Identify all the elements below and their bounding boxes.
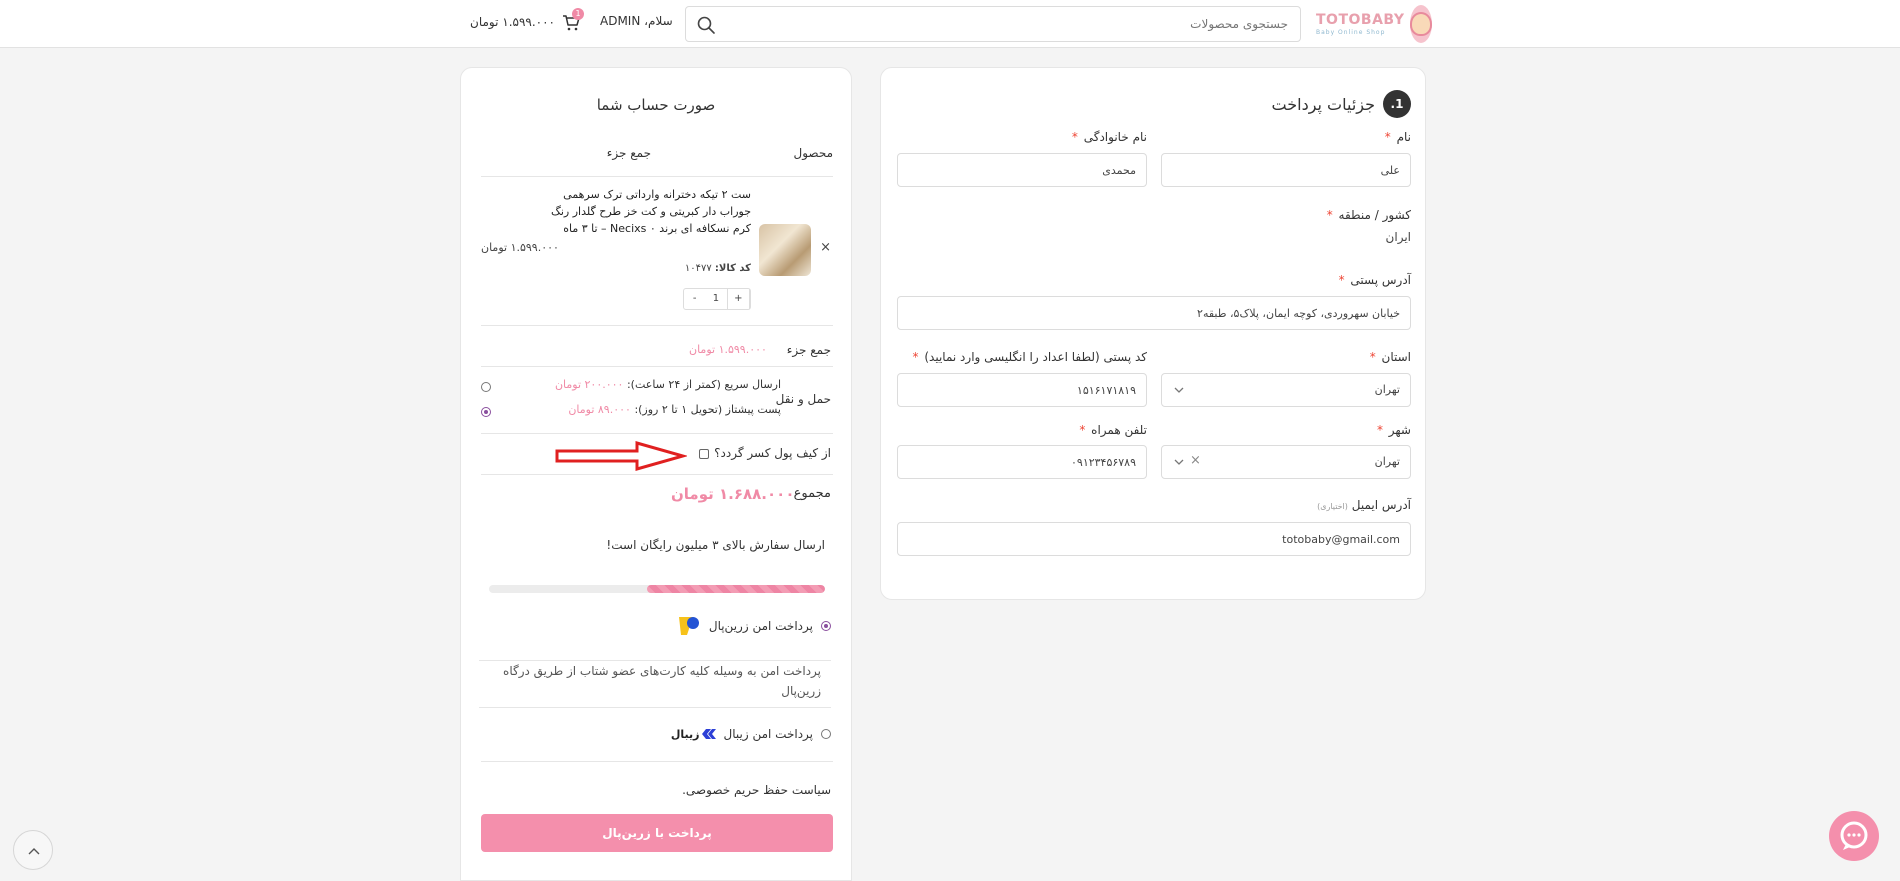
chat-icon [1840,821,1868,850]
zibal-label: پرداخت امن زیبال [723,727,814,741]
cart-count-badge: 1 [572,8,584,20]
divider [481,761,833,762]
billing-details-card: 1. جزئیات پرداخت نام * نام خانوادگی * کش… [880,67,1426,600]
qty-minus-button[interactable]: - [684,289,705,309]
city-label: شهر * [1376,423,1411,437]
logo[interactable]: TOTOBABY Baby Online Shop [1316,4,1433,44]
cart-icon: 1 [561,8,584,32]
baby-logo-icon [1410,5,1433,43]
total-value: ۱.۶۸۸.۰۰۰ تومان [671,485,795,503]
divider [481,366,833,367]
zibal-radio[interactable] [821,729,831,739]
pay-with-zarinpal-button[interactable]: پرداخت با زرین‌پال [481,814,833,852]
chat-button[interactable] [1829,811,1879,861]
address-label: آدرس پستی * [1338,273,1411,287]
product-sku: کد کالا: ۱۰۴۷۷ [684,263,751,274]
postcode-field[interactable] [897,373,1147,407]
phone-field[interactable] [897,445,1147,479]
state-select[interactable]: تهران [1161,373,1411,407]
divider [481,176,833,177]
address-field[interactable] [897,296,1411,330]
total-label: مجموع [793,486,831,501]
product-thumbnail[interactable] [759,224,811,276]
shipping-option-post[interactable]: پست پیشتاز (تحویل ۱ تا ۲ روز): ۸۹.۰۰۰ تو… [568,403,781,416]
country-label: کشور / منطقه * [1326,208,1411,222]
wallet-checkbox[interactable] [699,449,709,459]
email-label: آدرس ایمیل (اختیاری) [1317,498,1411,512]
country-value: ایران [1385,230,1411,244]
site-header: TOTOBABY Baby Online Shop سلام، ADMIN ۱.… [0,0,1900,48]
divider [481,325,833,326]
billing-heading: 1. جزئیات پرداخت [1272,90,1411,118]
shipping-option-express[interactable]: ارسال سریع (کمتر از ۲۴ ساعت): ۲۰۰.۰۰۰ تو… [555,378,781,391]
billing-title: جزئیات پرداخت [1271,94,1375,114]
col-subtotal: جمع جزء [606,146,651,160]
cart-button[interactable]: ۱.۵۹۹.۰۰۰ تومان 1 [470,8,584,32]
state-label: استان * [1369,350,1411,364]
chevron-down-icon [1174,387,1184,393]
first-name-label: نام * [1384,130,1411,144]
state-value: تهران [1374,383,1400,396]
city-value: تهران [1374,455,1400,468]
order-summary-card: صورت حساب شما محصول جمع جزء ست ۲ تیکه دخ… [460,67,852,881]
shipping-label: حمل و نقل [775,392,831,406]
payment-option-zarinpal[interactable]: پرداخت امن زرین‌پال [675,614,831,638]
summary-table-header: محصول جمع جزء [481,146,833,166]
logo-text: TOTOBABY [1316,11,1405,28]
chevron-down-icon [1174,459,1184,465]
city-select[interactable]: تهران × [1161,445,1411,479]
last-name-field[interactable] [897,153,1147,187]
zarinpal-description: پرداخت امن به وسیله کلیه کارت‌های عضو شت… [479,660,831,708]
logo-subtitle: Baby Online Shop [1316,28,1386,36]
divider [481,474,833,475]
first-name-field[interactable] [1161,153,1411,187]
product-title[interactable]: ست ۲ تیکه دخترانه وارداتی ترک سرهمی جورا… [551,186,751,237]
annotation-arrow-icon [555,441,687,471]
zarinpal-logo-icon [675,614,701,638]
quantity-stepper: - 1 + [683,288,751,310]
free-shipping-progress [489,585,825,593]
email-field[interactable] [897,522,1411,556]
wallet-label: از کیف پول کسر گردد؟ [714,446,831,460]
phone-label: تلفن همراه * [1079,423,1147,437]
postcode-label: کد پستی (لطفا اعداد را انگلیسی وارد نمای… [912,350,1147,364]
step-number: 1. [1383,90,1411,118]
zarinpal-radio[interactable] [821,621,831,631]
product-price: ۱.۵۹۹.۰۰۰ تومان [481,241,559,254]
qty-plus-button[interactable]: + [728,289,750,309]
subtotal-value: ۱.۵۹۹.۰۰۰ تومان [689,343,767,356]
chevron-up-icon [28,848,40,855]
cart-total: ۱.۵۹۹.۰۰۰ تومان [470,15,555,29]
zarinpal-label: پرداخت امن زرین‌پال [708,619,813,633]
qty-value[interactable]: 1 [705,289,728,309]
zibal-logo-icon: زیبال [671,728,716,741]
search-input[interactable] [728,7,1288,41]
user-greeting[interactable]: سلام، ADMIN [600,14,673,28]
shipping-express-radio[interactable] [481,382,491,392]
shipping-post-radio[interactable] [481,407,491,417]
privacy-policy-link[interactable]: سیاست حفظ حریم خصوصی. [682,783,831,797]
divider [481,433,833,434]
last-name-label: نام خانوادگی * [1071,130,1147,144]
progress-fill [646,585,825,593]
scroll-to-top-button[interactable] [13,830,53,870]
summary-title: صورت حساب شما [596,96,716,114]
payment-option-zibal[interactable]: پرداخت امن زیبال زیبال [671,727,831,741]
free-shipping-note: ارسال سفارش بالای ۳ میلیون رایگان است! [606,538,825,552]
subtotal-label: جمع جزء [786,343,831,357]
remove-item-button[interactable]: × [820,240,831,255]
search-box [685,6,1301,42]
col-product: محصول [793,146,834,160]
clear-icon[interactable]: × [1190,453,1201,468]
search-icon[interactable] [696,15,716,35]
